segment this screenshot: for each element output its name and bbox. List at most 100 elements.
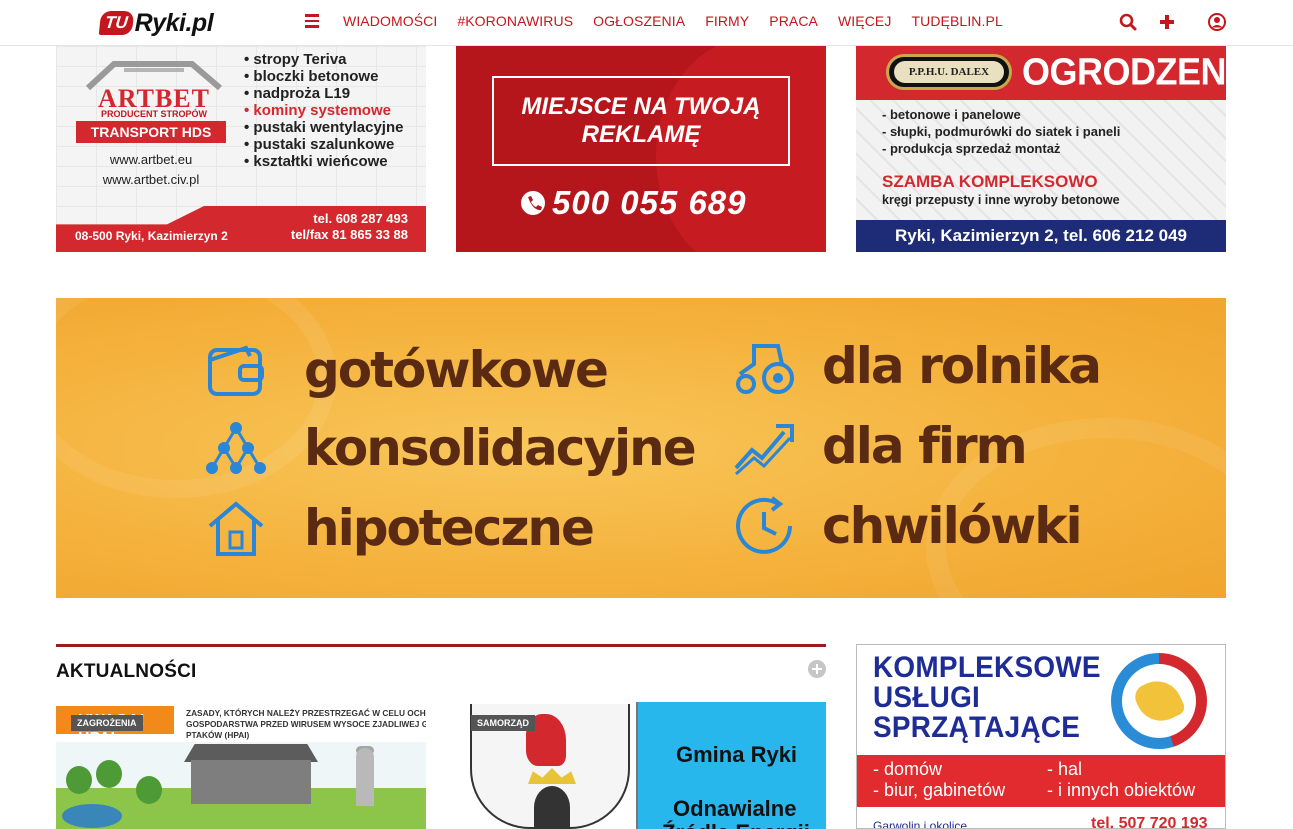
category-badge[interactable]: ZAGROŻENIA <box>71 715 143 731</box>
list-item: • pustaki wentylacyjne <box>244 119 404 136</box>
house-icon <box>208 501 264 556</box>
helmet-icon <box>534 786 570 829</box>
chart-growth-icon <box>734 424 794 476</box>
nav-item-koronawirus[interactable]: #KORONAWIRUS <box>457 13 573 29</box>
cleaning-phone: tel. 507 720 193 <box>1091 815 1208 829</box>
loan-item-konsolidacyjne: konsolidacyjne <box>204 416 697 480</box>
card-image-text-line: GOSPODARSTWA PRZED WIRUSEM WYSOCE ZJADLI… <box>186 719 426 729</box>
nav-item-praca[interactable]: PRACA <box>769 13 818 29</box>
list-item: - domów <box>873 759 943 779</box>
dalex-szamba: SZAMBA KOMPLEKSOWO <box>882 172 1098 191</box>
card-image-text: ZASADY, KTÓRYCH NALEŻY PRZESTRZEGAĆ W CE… <box>186 708 426 741</box>
artbet-address: 08-500 Ryki, Kazimierzyn 2 <box>75 229 228 243</box>
category-badge[interactable]: SAMORZĄD <box>471 715 535 731</box>
ad-cleaning[interactable]: KOMPLEKSOWE USŁUGI SPRZĄTAJĄCE - domów -… <box>856 644 1226 829</box>
card-image-text-line: ZASADY, KTÓRYCH NALEŻY PRZESTRZEGAĆ W CE… <box>186 708 426 718</box>
artbet-logo: ARTBET PRODUCENT STROPÓW <box>74 54 234 124</box>
loan-item-gotowkowe: gotówkowe <box>204 338 609 402</box>
card-image-text-line: PTAKÓW (HPAI) <box>186 730 250 740</box>
nav-item-firmy[interactable]: FIRMY <box>705 13 749 29</box>
phone-icon <box>521 191 545 215</box>
ad-phone-number: 500 055 689 <box>552 184 747 221</box>
top-navbar: TU Ryki.pl WIADOMOŚCI #KORONAWIRUS OGŁOS… <box>0 0 1293 46</box>
ad-loans-banner[interactable]: gotówkowe konsolidacyjne hipoteczne dla … <box>56 298 1226 598</box>
list-item: • kominy systemowe <box>244 102 391 119</box>
pond-icon <box>62 804 122 828</box>
network-icon <box>206 422 266 474</box>
card-image-title: Gmina Ryki <box>676 742 798 767</box>
section-title: AKTUALNOŚCI <box>56 661 197 682</box>
loan-item-dla-rolnika: dla rolnika <box>732 334 1102 398</box>
dalex-kregi: kręgi przepusty i inne wyroby betonowe <box>882 193 1120 207</box>
list-item: • pustaki szalunkowe <box>244 136 395 153</box>
nav-item-ogloszenia[interactable]: OGŁOSZENIA <box>593 13 685 29</box>
user-icon[interactable] <box>1207 12 1227 32</box>
dalex-footer: Ryki, Kazimierzyn 2, tel. 606 212 049 <box>856 220 1226 252</box>
tractor-icon <box>736 344 794 394</box>
artbet-subtitle: PRODUCENT STROPÓW <box>100 109 207 119</box>
tree-icon <box>136 776 162 804</box>
loan-label: konsolidacyjne <box>304 419 697 477</box>
broom-icon <box>1131 673 1187 729</box>
cleaning-list-right: - hal - i innych obiektów <box>1047 759 1195 801</box>
section-divider <box>56 644 826 647</box>
dalex-title: OGRODZENIA <box>1022 49 1226 93</box>
artbet-product-list: • stropy Teriva • bloczki betonowe • nad… <box>244 51 403 170</box>
ad-headline-line-2: REKLAMĘ <box>581 121 701 148</box>
artbet-phones: tel. 608 287 493 tel/fax 81 865 33 88 <box>291 211 408 243</box>
news-card[interactable]: Gmina Ryki Odnawialne Źródła Energii SAM… <box>456 702 826 829</box>
loan-label: gotówkowe <box>304 341 609 399</box>
loan-item-hipoteczne: hipoteczne <box>204 496 595 560</box>
cleaning-logo <box>1111 653 1207 749</box>
artbet-tel-1: tel. 608 287 493 <box>313 211 408 226</box>
list-item: • kształtki wieńcowe <box>244 153 388 170</box>
logo-site-name: Ryki.pl <box>134 8 214 37</box>
artbet-www-2: www.artbet.civ.pl <box>102 172 200 187</box>
list-item: - biur, gabinetów <box>873 780 1006 800</box>
dalex-logo-text: P.P.H.U. DALEX <box>894 61 1004 83</box>
ad-phone: 500 055 689 <box>520 184 747 222</box>
ad-dalex[interactable]: P.P.H.U. DALEX OGRODZENIA - betonowe i p… <box>856 46 1226 252</box>
clock-icon <box>736 496 792 554</box>
list-item: - i innych obiektów <box>1047 780 1196 800</box>
silo-icon <box>356 748 374 806</box>
cleaning-logo-inner <box>1122 664 1196 738</box>
plus-icon[interactable] <box>1157 12 1177 32</box>
nav-item-tudeblin[interactable]: TUDĘBLIN.PL <box>911 13 1002 29</box>
bars-icon[interactable] <box>305 14 319 28</box>
ad-headline-line-1: MIEJSCE NA TWOJĄ <box>521 93 761 120</box>
tree-icon <box>66 766 92 794</box>
cleaning-title-line: SPRZĄTAJĄCE <box>873 711 1081 744</box>
artbet-www-1: www.artbet.eu <box>109 152 193 167</box>
cleaning-title-line: KOMPLEKSOWE <box>873 651 1101 684</box>
list-item: - produkcja sprzedaż montaż <box>882 141 1061 156</box>
ad-headline: MIEJSCE NA TWOJĄ REKLAMĘ <box>521 93 760 149</box>
barn-icon <box>191 760 311 804</box>
search-icon[interactable] <box>1118 12 1138 32</box>
site-logo[interactable]: TU Ryki.pl <box>98 6 214 40</box>
logo-tu: TU <box>98 11 134 35</box>
list-item: • bloczki betonowe <box>244 68 379 85</box>
list-item: - słupki, podmurówki do siatek i paneli <box>882 124 1121 139</box>
news-card[interactable]: UWAGA! HPAI ZASADY, KTÓRYCH NALEŻY PRZES… <box>56 702 426 829</box>
list-item: - hal <box>1047 759 1083 779</box>
ad-artbet[interactable]: ARTBET PRODUCENT STROPÓW TRANSPORT HDS w… <box>56 46 426 252</box>
dalex-list: - betonowe i panelowe - słupki, podmurów… <box>882 106 1120 157</box>
cleaning-title-line: USŁUGI <box>873 681 981 714</box>
loan-item-dla-firm: dla firm <box>732 414 1028 478</box>
main-menu: WIADOMOŚCI #KORONAWIRUS OGŁOSZENIA FIRMY… <box>343 13 1003 29</box>
loan-label: hipoteczne <box>304 499 595 557</box>
loan-label: dla firm <box>822 417 1028 475</box>
list-item: - betonowe i panelowe <box>882 107 1021 122</box>
plus-circle-icon[interactable] <box>808 660 826 678</box>
wallet-icon <box>208 345 264 396</box>
nav-item-wiadomosci[interactable]: WIADOMOŚCI <box>343 13 437 29</box>
loan-item-chwilowki: chwilówki <box>732 494 1083 558</box>
list-item: • nadproża L19 <box>244 85 351 102</box>
dalex-contact: Ryki, Kazimierzyn 2, tel. 606 212 049 <box>894 226 1187 245</box>
nav-item-wiecej[interactable]: WIĘCEJ <box>838 13 892 29</box>
cleaning-title: KOMPLEKSOWE USŁUGI SPRZĄTAJĄCE <box>873 653 1101 743</box>
list-item: • stropy Teriva <box>244 51 347 68</box>
cleaning-list-left: - domów - biur, gabinetów <box>873 759 1005 801</box>
ad-placeholder[interactable]: MIEJSCE NA TWOJĄ REKLAMĘ 500 055 689 <box>456 46 826 252</box>
